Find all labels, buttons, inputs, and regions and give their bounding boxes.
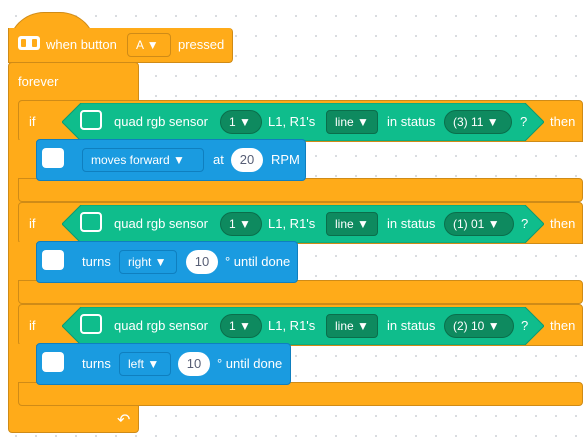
chevron-down-icon: ▼ <box>235 115 251 129</box>
sensor-icon <box>80 212 102 232</box>
status-label: in status <box>387 114 436 129</box>
mode-value: line <box>335 217 354 231</box>
chevron-down-icon: ▼ <box>484 217 500 231</box>
port-dropdown-2[interactable]: 1 ▼ <box>220 212 262 236</box>
sensor-icon <box>80 110 102 130</box>
mode-value: line <box>335 319 354 333</box>
turns-label: turns <box>82 356 111 371</box>
pins-label: L1, R1's <box>268 216 316 231</box>
button-dropdown[interactable]: A ▼ <box>127 33 171 57</box>
until-done-label: ° until done <box>217 356 283 371</box>
turns-label: turns <box>82 254 111 269</box>
at-label: at <box>213 152 224 167</box>
degrees-input[interactable]: 10 <box>178 352 210 376</box>
chevron-down-icon: ▼ <box>235 319 251 333</box>
turn-direction-dropdown-1[interactable]: right ▼ <box>119 250 177 274</box>
question-mark: ? <box>521 318 529 333</box>
speed-input[interactable]: 20 <box>231 148 263 172</box>
status-dropdown-3[interactable]: (2) 10 ▼ <box>444 314 514 338</box>
sensor-name: quad rgb sensor <box>114 216 208 231</box>
port-value: 1 <box>229 217 236 231</box>
sensor-name: quad rgb sensor <box>114 114 208 129</box>
chevron-down-icon: ▼ <box>484 319 500 333</box>
if-label: if <box>29 114 36 129</box>
loop-arrow-icon: ↶ <box>117 412 131 429</box>
if-foot-2 <box>18 280 583 304</box>
status-value: (2) 10 <box>453 319 485 333</box>
then-label: then <box>550 114 576 129</box>
direction-value: moves forward <box>91 153 170 167</box>
chevron-down-icon: ▼ <box>169 153 185 167</box>
robot-icon <box>42 250 64 270</box>
direction-dropdown-1[interactable]: moves forward ▼ <box>82 148 204 172</box>
question-mark: ? <box>521 216 529 231</box>
chevron-down-icon: ▼ <box>353 319 369 333</box>
mode-dropdown-3[interactable]: line ▼ <box>326 314 378 338</box>
status-dropdown-1[interactable]: (3) 11 ▼ <box>444 110 512 134</box>
chevron-down-icon: ▼ <box>483 115 499 129</box>
port-dropdown-1[interactable]: 1 ▼ <box>220 110 262 134</box>
hat-suffix: pressed <box>178 37 225 52</box>
if-label: if <box>29 318 36 333</box>
status-label: in status <box>387 318 436 333</box>
status-value: (1) 01 <box>453 217 485 231</box>
status-value: (3) 11 <box>453 115 484 129</box>
direction-value: right <box>128 255 152 269</box>
if-foot-1 <box>18 178 583 202</box>
pins-label: L1, R1's <box>268 318 316 333</box>
degrees-input[interactable]: 10 <box>186 250 218 274</box>
mode-dropdown-1[interactable]: line ▼ <box>326 110 378 134</box>
question-mark: ? <box>520 114 528 129</box>
robot-icon <box>42 352 64 372</box>
chevron-down-icon: ▼ <box>144 357 160 371</box>
then-label: then <box>550 216 576 231</box>
sensor-name: quad rgb sensor <box>114 318 208 333</box>
chevron-down-icon: ▼ <box>353 217 369 231</box>
until-done-label: ° until done <box>225 254 291 269</box>
then-label: then <box>550 318 576 333</box>
turn-direction-dropdown-2[interactable]: left ▼ <box>119 352 171 376</box>
sensor-icon <box>80 314 102 334</box>
unit-label: RPM <box>271 152 300 167</box>
robot-icon <box>42 148 64 168</box>
status-label: in status <box>387 216 436 231</box>
pins-label: L1, R1's <box>268 114 316 129</box>
port-value: 1 <box>229 319 236 333</box>
brain-icon <box>18 36 40 50</box>
hat-prefix: when button <box>46 37 117 52</box>
button-value: A <box>136 38 144 52</box>
if-label: if <box>29 216 36 231</box>
if-foot-3 <box>18 382 583 406</box>
chevron-down-icon: ▼ <box>146 38 159 52</box>
direction-value: left <box>128 357 145 371</box>
chevron-down-icon: ▼ <box>235 217 251 231</box>
port-dropdown-3[interactable]: 1 ▼ <box>220 314 262 338</box>
chevron-down-icon: ▼ <box>353 115 369 129</box>
forever-label: forever <box>18 74 59 89</box>
status-dropdown-2[interactable]: (1) 01 ▼ <box>444 212 514 236</box>
mode-value: line <box>335 115 354 129</box>
chevron-down-icon: ▼ <box>151 255 167 269</box>
mode-dropdown-2[interactable]: line ▼ <box>326 212 378 236</box>
port-value: 1 <box>229 115 236 129</box>
